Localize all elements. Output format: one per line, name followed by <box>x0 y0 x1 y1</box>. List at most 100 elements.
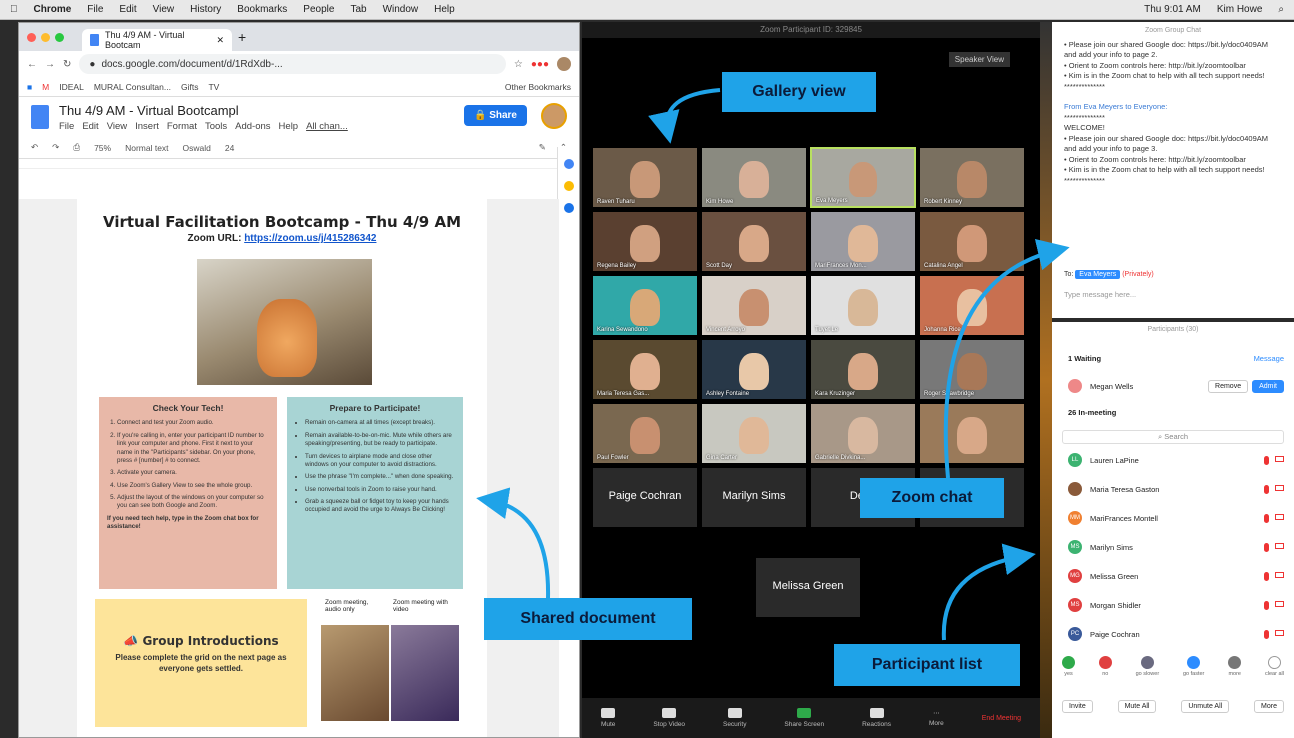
doc-menu-tools[interactable]: Tools <box>205 121 227 132</box>
bookmark-other[interactable]: Other Bookmarks <box>505 82 571 92</box>
unmute-all-button[interactable]: Unmute All <box>1181 700 1230 713</box>
all-changes-link[interactable]: All chan... <box>306 121 348 132</box>
search-icon[interactable]: ⌕ <box>1278 4 1284 15</box>
browser-tab[interactable]: Thu 4/9 AM - Virtual Bootcam ✕ <box>82 29 232 51</box>
more-button[interactable]: ⋯ More <box>929 709 944 727</box>
video-tile[interactable]: Raven Tuharu <box>592 147 698 208</box>
video-tile[interactable]: Vincent Arroyo <box>701 275 807 336</box>
video-tile[interactable]: Catalina Angel <box>919 211 1025 272</box>
video-tile[interactable]: Kim Howe <box>701 147 807 208</box>
video-off-icon[interactable] <box>1275 571 1284 578</box>
video-tile-off[interactable]: Marilyn Sims <box>701 467 807 528</box>
admit-button[interactable]: Admit <box>1252 379 1284 393</box>
doc-title[interactable]: Thu 4/9 AM - Virtual Bootcampl <box>59 103 348 118</box>
video-tile[interactable]: Scott Day <box>701 211 807 272</box>
reaction-button[interactable]: more <box>1228 656 1242 677</box>
reaction-button[interactable]: clear all <box>1265 656 1284 677</box>
reactions-button[interactable]: Reactions <box>862 708 891 728</box>
video-tile[interactable]: MariFrances Mon... <box>810 211 916 272</box>
video-tile[interactable]: Regena Bailey <box>592 211 698 272</box>
speaker-view-button[interactable]: Speaker View <box>948 52 1010 67</box>
microphone-muted-icon[interactable] <box>1264 513 1269 523</box>
participant-row[interactable]: MM MariFrances Montell <box>1068 506 1284 530</box>
message-link[interactable]: Message <box>1254 354 1284 363</box>
video-off-icon[interactable] <box>1275 513 1284 520</box>
avatar[interactable] <box>541 103 567 129</box>
doc-menu-view[interactable]: View <box>107 121 127 132</box>
print-icon[interactable]: ⎙ <box>73 142 80 153</box>
bookmark-tv[interactable]: TV <box>208 82 219 92</box>
keep-icon[interactable] <box>563 181 574 191</box>
video-tile[interactable]: Maria Teresa Gas... <box>592 339 698 400</box>
video-tile[interactable]: Roger Strawbridge <box>919 339 1025 400</box>
minimize-window-button[interactable] <box>41 32 50 42</box>
menu-window[interactable]: Window <box>383 4 419 15</box>
zoom-url-link[interactable]: https://zoom.us/j/415286342 <box>244 233 376 244</box>
back-icon[interactable]: ← <box>27 59 37 70</box>
video-off-icon[interactable] <box>1275 600 1284 607</box>
reaction-button[interactable]: yes <box>1062 656 1075 677</box>
star-icon[interactable]: ☆ <box>514 59 523 70</box>
apple-icon[interactable]:  <box>10 4 18 15</box>
close-window-button[interactable] <box>27 32 36 42</box>
video-off-icon[interactable] <box>1275 484 1284 491</box>
doc-page[interactable]: Virtual Facilitation Bootcamp - Thu 4/9 … <box>77 199 487 737</box>
menu-history[interactable]: History <box>190 4 221 15</box>
profile-icon[interactable] <box>557 57 571 71</box>
tasks-icon[interactable] <box>563 203 574 213</box>
participant-row[interactable]: PC Paige Cochran <box>1068 622 1284 646</box>
user-name[interactable]: Kim Howe <box>1217 4 1263 15</box>
video-tile[interactable]: Tuyet Le <box>810 275 916 336</box>
video-off-icon[interactable] <box>1275 455 1284 462</box>
reaction-button[interactable]: no <box>1098 656 1112 677</box>
remove-button[interactable]: Remove <box>1208 379 1249 393</box>
pencil-icon[interactable]: ✎ <box>539 142 546 153</box>
google-docs-icon[interactable] <box>31 105 49 129</box>
microphone-muted-icon[interactable] <box>1264 484 1269 494</box>
mute-button[interactable]: Mute <box>601 708 615 728</box>
close-tab-icon[interactable]: ✕ <box>216 35 224 46</box>
share-screen-button[interactable]: Share Screen <box>784 708 824 728</box>
video-off-icon[interactable] <box>1275 629 1284 636</box>
forward-icon[interactable]: → <box>45 59 55 70</box>
menu-people[interactable]: People <box>303 4 334 15</box>
video-tile[interactable]: Kara Kruzinger <box>810 339 916 400</box>
menu-view[interactable]: View <box>153 4 175 15</box>
doc-menu-help[interactable]: Help <box>279 121 299 132</box>
video-off-icon[interactable] <box>1275 542 1284 549</box>
chat-input[interactable]: Type message here... <box>1064 290 1136 301</box>
apps-icon[interactable]: ■ <box>27 82 32 92</box>
doc-menu-file[interactable]: File <box>59 121 74 132</box>
share-button[interactable]: 🔒 Share <box>463 105 527 126</box>
microphone-muted-icon[interactable] <box>1264 455 1269 465</box>
reload-icon[interactable]: ↻ <box>63 59 71 70</box>
video-tile[interactable]: Robert Kinney <box>919 147 1025 208</box>
video-tile[interactable]: Eva Meyers <box>810 147 916 208</box>
menu-app-name[interactable]: Chrome <box>34 4 72 15</box>
participant-row[interactable]: LL Lauren LaPine <box>1068 448 1284 472</box>
extensions-icon[interactable]: ●●● <box>531 59 549 70</box>
participant-row[interactable]: Maria Teresa Gaston <box>1068 477 1284 501</box>
invite-button[interactable]: Invite <box>1062 700 1093 713</box>
video-tile[interactable]: Karina Sewandono <box>592 275 698 336</box>
ruler[interactable] <box>19 159 579 169</box>
participant-row[interactable]: MS Morgan Shidler <box>1068 593 1284 617</box>
more-options-button[interactable]: More <box>1254 700 1284 713</box>
style-select[interactable]: Normal text <box>125 143 168 153</box>
video-tile-off[interactable]: Melissa Green <box>755 557 861 618</box>
font-select[interactable]: Oswald <box>183 143 211 153</box>
bookmark-mural[interactable]: MURAL Consultan... <box>94 82 171 92</box>
menu-file[interactable]: File <box>87 4 103 15</box>
doc-menu-insert[interactable]: Insert <box>135 121 159 132</box>
gmail-icon[interactable]: M <box>42 82 49 92</box>
calendar-icon[interactable] <box>563 159 574 169</box>
participant-row[interactable]: MG Melissa Green <box>1068 564 1284 588</box>
recipient-select[interactable]: Eva Meyers <box>1075 270 1121 279</box>
new-tab-button[interactable]: + <box>238 29 246 45</box>
maximize-window-button[interactable] <box>55 32 64 42</box>
microphone-muted-icon[interactable] <box>1264 571 1269 581</box>
video-tile[interactable]: Johanna Rice <box>919 275 1025 336</box>
participant-search-input[interactable]: ⌕ Search <box>1062 430 1284 444</box>
undo-icon[interactable]: ↶ <box>31 142 38 153</box>
menu-edit[interactable]: Edit <box>119 4 136 15</box>
